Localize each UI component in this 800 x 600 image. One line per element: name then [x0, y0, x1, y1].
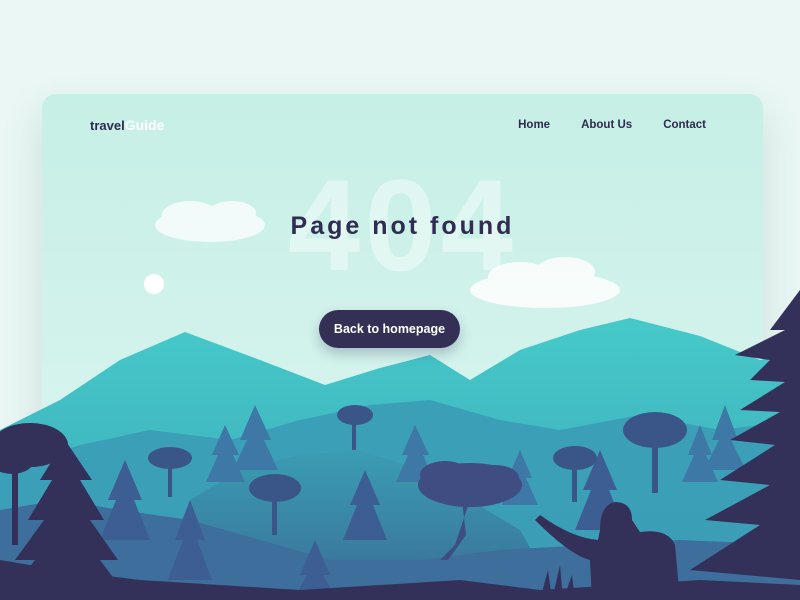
nav-about-link[interactable]: About Us: [581, 119, 632, 131]
back-to-homepage-button[interactable]: Back to homepage: [319, 310, 460, 348]
nav-home-link[interactable]: Home: [518, 119, 550, 131]
page-title: Page not found: [290, 212, 515, 240]
brand-accent: Guide: [124, 117, 165, 133]
brand-logo[interactable]: travelGuide: [90, 117, 164, 133]
nav-contact-link[interactable]: Contact: [663, 119, 706, 131]
brand-prefix: travel: [90, 118, 125, 133]
top-nav: Home About Us Contact: [518, 119, 706, 131]
